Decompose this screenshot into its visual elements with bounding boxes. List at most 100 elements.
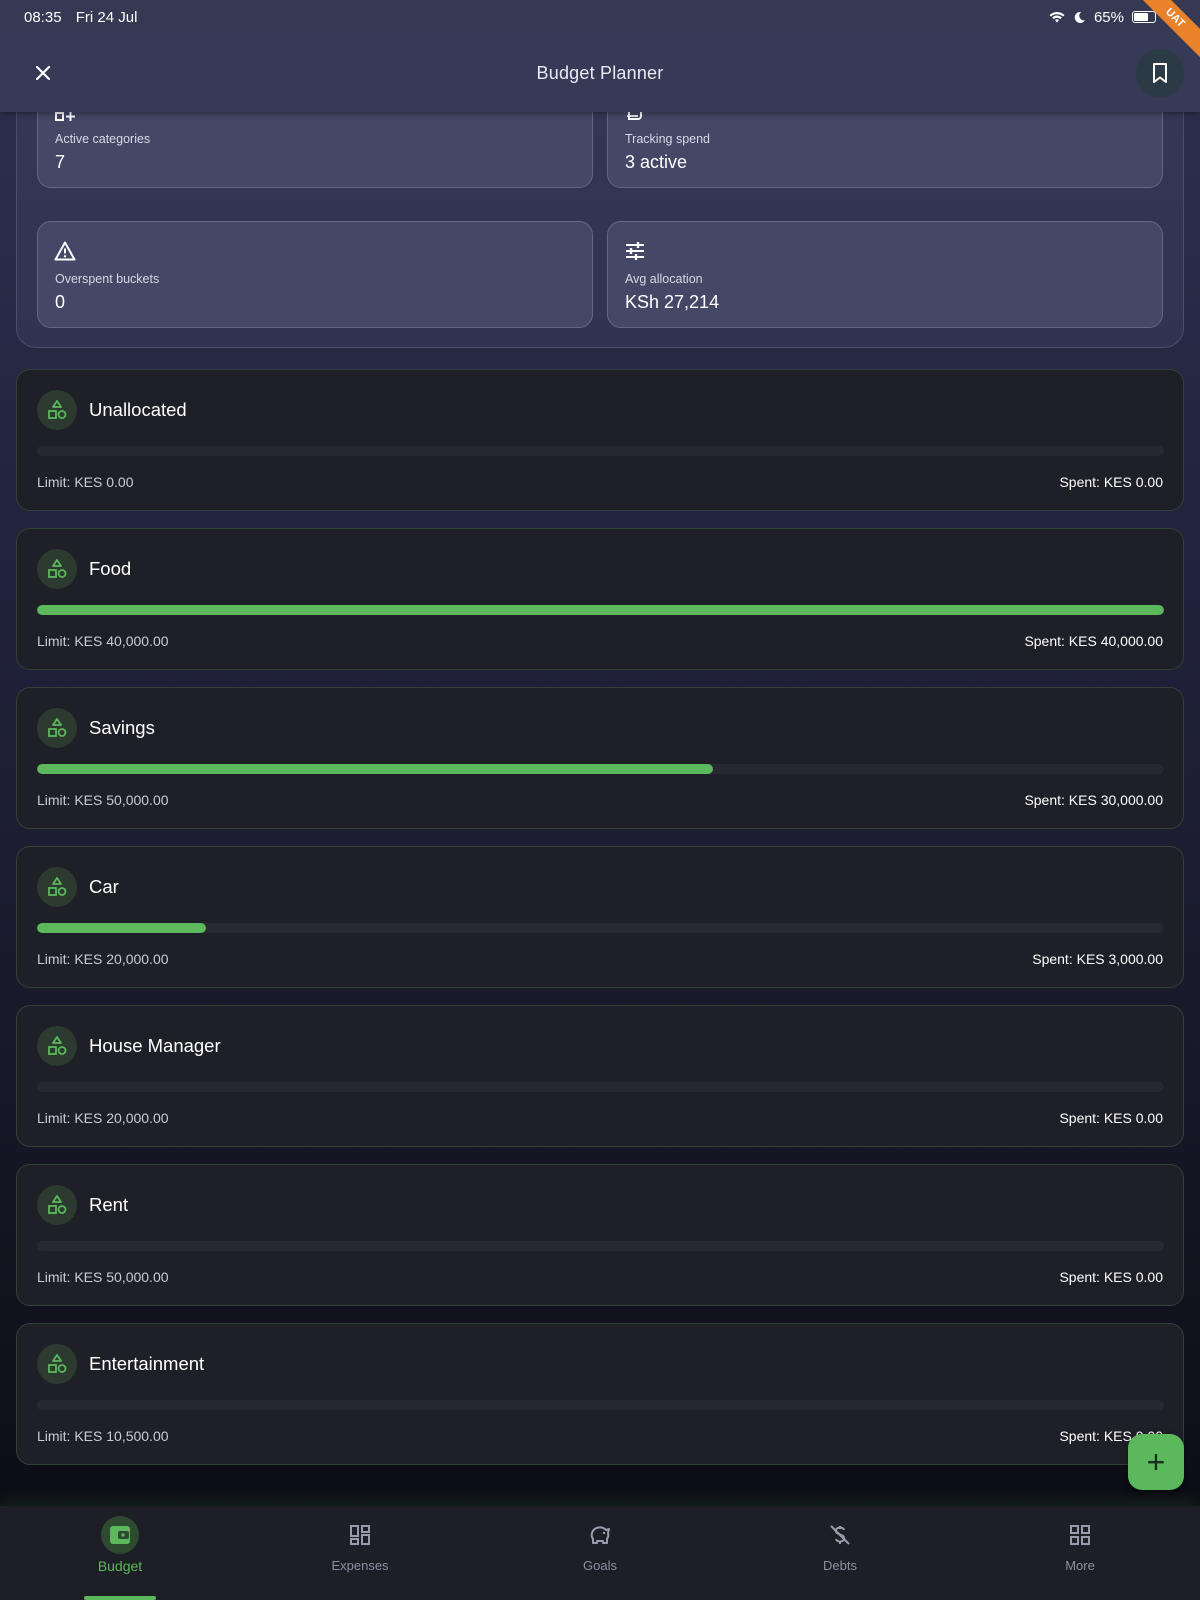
nav-icon-wrap: [1061, 1516, 1099, 1554]
budget-card-rent[interactable]: Rent Limit: KES 50,000.00 Spent: KES 0.0…: [16, 1164, 1184, 1306]
category-icon: [37, 708, 77, 748]
nav-label: Goals: [583, 1558, 617, 1573]
limit-text: Limit: KES 40,000.00: [37, 633, 169, 649]
spent-text: Spent: KES 40,000.00: [1024, 633, 1163, 649]
progress-bar: [37, 1241, 1164, 1251]
money-off-icon: [830, 1525, 850, 1545]
budget-card-unallocated[interactable]: Unallocated Limit: KES 0.00 Spent: KES 0…: [16, 369, 1184, 511]
category-name: Rent: [89, 1194, 129, 1215]
nav-icon-wrap: [341, 1516, 379, 1554]
nav-item-budget[interactable]: Budget: [0, 1506, 240, 1600]
progress-fill: [37, 764, 714, 774]
spent-text: Spent: KES 30,000.00: [1024, 792, 1163, 808]
category-name: Car: [89, 876, 119, 897]
spent-text: Spent: KES 0.00: [1059, 1269, 1163, 1285]
stat-card-overspent-buckets: Overspent buckets 0: [37, 221, 593, 328]
limit-text: Limit: KES 10,500.00: [37, 1428, 169, 1444]
progress-bar: [37, 923, 1164, 933]
summary-panel: Active categories 7 Tracking spend 3 act…: [16, 80, 1184, 348]
category-name: Entertainment: [89, 1353, 205, 1374]
battery-percent: 65%: [1093, 8, 1124, 26]
stat-label: Active categories: [55, 132, 151, 146]
nav-item-debts[interactable]: Debts: [720, 1506, 960, 1600]
wifi-icon: [1049, 12, 1065, 23]
spent-text: Spent: KES 3,000.00: [1032, 951, 1163, 967]
category-icon: [37, 390, 77, 430]
shapes-icon: [48, 718, 67, 737]
status-date: Fri 24 Jul: [75, 8, 138, 26]
budget-card-food[interactable]: Food Limit: KES 40,000.00 Spent: KES 40,…: [16, 528, 1184, 670]
page-title: Budget Planner: [536, 62, 664, 83]
stat-value: 3 active: [625, 152, 688, 172]
nav-label: Budget: [97, 1558, 143, 1574]
category-icon: [37, 1344, 77, 1384]
limit-text: Limit: KES 50,000.00: [37, 792, 169, 808]
category-icon: [37, 1185, 77, 1225]
status-right: 65%: [1049, 9, 1156, 26]
nav-icon-wrap: [821, 1516, 859, 1554]
limit-text: Limit: KES 0.00: [37, 474, 134, 490]
nav-label: Debts: [823, 1558, 857, 1573]
budget-card-entertainment[interactable]: Entertainment Limit: KES 10,500.00 Spent…: [16, 1323, 1184, 1465]
moon-icon: [1074, 11, 1086, 23]
stat-value: 0: [55, 292, 66, 312]
progress-bar: [37, 446, 1164, 456]
progress-fill: [37, 923, 207, 933]
bookmark-icon: [1153, 63, 1167, 83]
wallet-icon: [110, 1526, 130, 1544]
category-icon: [37, 549, 77, 589]
budget-card-car[interactable]: Car Limit: KES 20,000.00 Spent: KES 3,00…: [16, 846, 1184, 988]
nav-label: Expenses: [331, 1558, 389, 1573]
category-icon: [37, 1026, 77, 1066]
sliders-icon: [626, 242, 644, 260]
grid-icon: [1070, 1525, 1090, 1545]
close-icon: [35, 65, 51, 81]
shapes-icon: [48, 1354, 67, 1373]
shapes-icon: [48, 1195, 67, 1214]
progress-fill: [37, 605, 1164, 615]
warning-icon: [54, 241, 76, 261]
stat-label: Overspent buckets: [55, 272, 160, 286]
stat-card-avg-allocation: Avg allocation KSh 27,214: [607, 221, 1163, 328]
bookmark-button[interactable]: [1136, 49, 1184, 97]
nav-item-expenses[interactable]: Expenses: [240, 1506, 480, 1600]
category-icon: [37, 867, 77, 907]
app-bar: Budget Planner: [0, 34, 1200, 112]
budget-card-savings[interactable]: Savings Limit: KES 50,000.00 Spent: KES …: [16, 687, 1184, 829]
stat-value: KSh 27,214: [625, 292, 720, 312]
nav-icon-wrap: [581, 1516, 619, 1554]
progress-bar: [37, 764, 1164, 774]
nav-active-indicator: [84, 1596, 156, 1600]
limit-text: Limit: KES 20,000.00: [37, 951, 169, 967]
close-button[interactable]: [26, 56, 60, 90]
nav-item-goals[interactable]: Goals: [480, 1506, 720, 1600]
battery-icon: [1132, 11, 1156, 23]
nav-icon-wrap: [101, 1516, 139, 1554]
progress-bar: [37, 1400, 1164, 1410]
progress-bar: [37, 605, 1164, 615]
plus-icon: +: [1146, 1443, 1166, 1480]
dashboard-icon: [350, 1525, 370, 1545]
category-name: Savings: [89, 717, 155, 738]
budget-card-house-manager[interactable]: House Manager Limit: KES 20,000.00 Spent…: [16, 1005, 1184, 1147]
budget-list: Unallocated Limit: KES 0.00 Spent: KES 0…: [16, 369, 1184, 1482]
stat-label: Tracking spend: [625, 132, 710, 146]
shapes-icon: [48, 400, 67, 419]
status-time: 08:35: [24, 8, 62, 26]
piggy-bank-icon: [590, 1526, 610, 1544]
limit-text: Limit: KES 50,000.00: [37, 1269, 169, 1285]
spent-text: Spent: KES 0.00: [1059, 1110, 1163, 1126]
shapes-icon: [48, 1036, 67, 1055]
spent-text: Spent: KES 0.00: [1059, 474, 1163, 490]
nav-item-more[interactable]: More: [960, 1506, 1200, 1600]
status-bar: 08:35 Fri 24 Jul 65%: [0, 0, 1200, 34]
progress-bar: [37, 1082, 1164, 1092]
limit-text: Limit: KES 20,000.00: [37, 1110, 169, 1126]
category-name: Food: [89, 558, 132, 579]
nav-label: More: [1065, 1558, 1095, 1573]
category-name: Unallocated: [89, 399, 187, 420]
add-budget-button[interactable]: +: [1128, 1434, 1184, 1490]
category-name: House Manager: [89, 1035, 221, 1056]
shapes-icon: [48, 559, 67, 578]
bottom-nav: Budget Expenses Goals Debts More: [0, 1506, 1200, 1600]
